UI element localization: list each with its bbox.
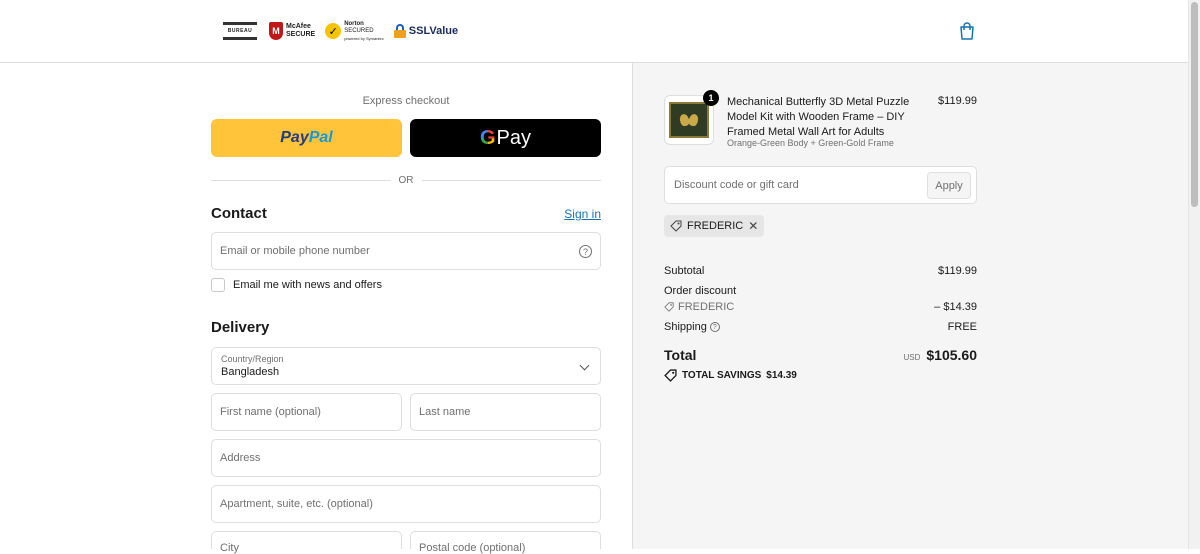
- apartment-field[interactable]: [211, 485, 601, 523]
- postal-code-field[interactable]: [410, 531, 601, 554]
- address-field[interactable]: [211, 439, 601, 477]
- product-title: Mechanical Butterfly 3D Metal Puzzle Mod…: [727, 96, 910, 138]
- shopping-bag-icon[interactable]: [957, 21, 977, 41]
- subtotal-value: $119.99: [938, 265, 977, 277]
- total-amount: $105.60: [926, 347, 977, 363]
- shipping-row: Shipping? FREE: [664, 321, 977, 333]
- total-row: Total USD $105.60: [664, 347, 977, 363]
- last-name-input[interactable]: [419, 406, 592, 418]
- help-circle-icon[interactable]: ?: [579, 245, 592, 258]
- scrollbar-thumb[interactable]: [1191, 2, 1198, 207]
- norton-check-icon: ✓: [325, 23, 342, 39]
- newsletter-row: Email me with news and offers: [211, 278, 382, 292]
- email-field[interactable]: ?: [211, 232, 601, 270]
- apply-button[interactable]: Apply: [927, 172, 971, 199]
- delivery-title: Delivery: [211, 319, 270, 336]
- quantity-badge: 1: [703, 90, 719, 106]
- google-g-icon: G: [479, 126, 496, 149]
- city-input[interactable]: [220, 542, 393, 554]
- checkout-header: BUREAU M McAfee SECURE ✓ Norton SECURED …: [0, 0, 1188, 63]
- discount-input[interactable]: [674, 179, 967, 191]
- store-logo: BUREAU: [221, 20, 259, 42]
- discount-code-row: FREDERIC – $14.39: [664, 301, 977, 313]
- contact-title: Contact: [211, 205, 267, 222]
- mcafee-badge: M McAfee SECURE: [269, 22, 315, 40]
- country-select[interactable]: Country/Region Bangladesh: [211, 347, 601, 385]
- first-name-input[interactable]: [220, 406, 393, 418]
- tag-icon: [664, 369, 677, 382]
- sign-in-link[interactable]: Sign in: [564, 207, 601, 221]
- help-circle-icon[interactable]: ?: [709, 322, 720, 333]
- discount-field[interactable]: Apply: [664, 166, 977, 204]
- applied-code: FREDERIC: [687, 220, 744, 232]
- newsletter-label: Email me with news and offers: [233, 279, 382, 291]
- trust-badges: BUREAU M McAfee SECURE ✓ Norton SECURED …: [221, 17, 458, 45]
- mcafee-shield-icon: M: [269, 22, 283, 40]
- google-pay-button[interactable]: G Pay: [410, 119, 601, 157]
- address-input[interactable]: [220, 452, 592, 464]
- subtotal-row: Subtotal $119.99: [664, 265, 977, 277]
- paypal-button[interactable]: PayPal: [211, 119, 402, 157]
- tag-icon: [664, 302, 674, 312]
- total-savings: TOTAL SAVINGS $14.39: [664, 369, 797, 382]
- norton-badge: ✓ Norton SECURED powered by Symantec: [325, 21, 384, 42]
- or-divider: OR: [211, 173, 601, 187]
- google-pay-logo: G Pay: [479, 126, 532, 149]
- padlock-icon: [393, 24, 406, 38]
- express-checkout-label: Express checkout: [362, 95, 450, 107]
- ssl-badge: SSLValue: [393, 24, 458, 38]
- currency-code: USD: [903, 353, 921, 362]
- product-price: $119.99: [938, 95, 977, 107]
- applied-discount-chip: FREDERIC ✕: [664, 215, 765, 237]
- page-scrollbar[interactable]: [1188, 0, 1200, 549]
- discount-value: – $14.39: [934, 301, 977, 313]
- close-icon[interactable]: ✕: [748, 219, 758, 233]
- shipping-value: FREE: [947, 321, 977, 333]
- apartment-input[interactable]: [220, 498, 592, 510]
- city-field[interactable]: [211, 531, 402, 554]
- postal-code-input[interactable]: [419, 542, 592, 554]
- email-input[interactable]: [220, 245, 592, 257]
- tag-icon: [670, 220, 682, 232]
- newsletter-checkbox[interactable]: [211, 278, 225, 292]
- last-name-field[interactable]: [410, 393, 601, 431]
- product-variant: Orange-Green Body + Green-Gold Frame: [727, 138, 894, 148]
- butterfly-icon: [678, 113, 700, 127]
- order-discount-row: Order discount: [664, 285, 737, 297]
- first-name-field[interactable]: [211, 393, 402, 431]
- paypal-logo: PayPal: [280, 129, 333, 146]
